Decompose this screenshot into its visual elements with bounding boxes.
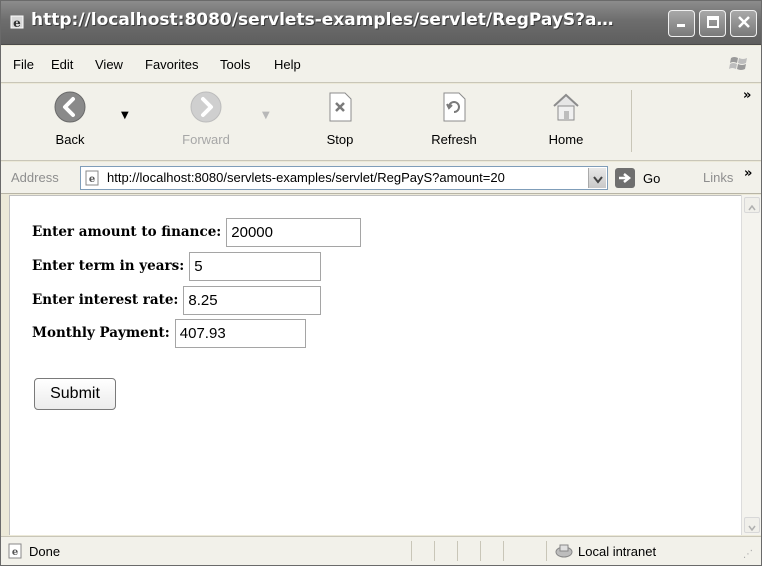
address-url[interactable]: http://localhost:8080/servlets-examples/… — [107, 170, 577, 188]
windows-logo-icon — [727, 52, 751, 76]
local-intranet-icon — [554, 543, 574, 559]
title-bar[interactable]: e http://localhost:8080/servlets-example… — [1, 1, 761, 45]
menu-edit[interactable]: Edit — [51, 57, 73, 72]
toolbar: Back ▼ Forward ▼ Stop Refresh Home » — [1, 84, 761, 161]
status-text: Done — [29, 544, 61, 559]
maximize-icon — [706, 14, 720, 33]
zone-text: Local intranet — [578, 544, 657, 559]
rate-row: Enter interest rate: — [32, 285, 322, 315]
chevron-down-icon — [748, 516, 756, 535]
home-label: Home — [548, 132, 584, 147]
payment-row: Monthly Payment: — [32, 318, 306, 348]
home-icon — [546, 88, 586, 126]
payment-label: Monthly Payment: — [32, 325, 170, 341]
stop-label: Stop — [326, 132, 354, 147]
minimize-icon — [675, 14, 689, 33]
address-field[interactable]: e http://localhost:8080/servlets-example… — [80, 166, 608, 190]
home-button[interactable]: Home — [541, 88, 591, 147]
ie-icon: e — [8, 13, 26, 31]
menu-view[interactable]: View — [95, 57, 123, 72]
go-arrow-icon — [615, 168, 635, 188]
address-dropdown-button[interactable] — [588, 168, 606, 188]
page-content: Enter amount to finance: Enter term in y… — [9, 195, 741, 535]
rate-input[interactable] — [183, 285, 322, 315]
browser-window: e http://localhost:8080/servlets-example… — [0, 0, 762, 566]
go-label: Go — [643, 170, 661, 186]
back-arrow-icon — [50, 88, 90, 126]
amount-label: Enter amount to finance: — [32, 224, 222, 240]
svg-text:e: e — [89, 174, 95, 185]
amount-row: Enter amount to finance: — [32, 217, 362, 247]
forward-arrow-icon — [186, 88, 226, 126]
back-button[interactable]: Back — [49, 88, 91, 147]
scroll-down-button[interactable] — [744, 517, 760, 533]
menu-bar: File Edit View Favorites Tools Help — [1, 46, 761, 83]
status-divider — [480, 541, 481, 561]
toolbar-chevron-icon[interactable]: » — [743, 88, 751, 103]
stop-icon — [320, 88, 360, 126]
payment-input[interactable] — [174, 318, 306, 348]
refresh-button[interactable]: Refresh — [419, 88, 489, 147]
status-divider — [546, 541, 547, 561]
maximize-button[interactable] — [699, 10, 726, 37]
page-icon: e — [84, 170, 102, 186]
resize-grip-icon[interactable]: ⋰ — [743, 549, 753, 560]
amount-input[interactable] — [226, 217, 362, 247]
address-label: Address — [11, 170, 59, 185]
menu-help[interactable]: Help — [274, 57, 301, 72]
refresh-label: Refresh — [431, 132, 477, 147]
menu-file[interactable]: File — [13, 57, 34, 72]
submit-button[interactable]: Submit — [34, 378, 116, 410]
svg-text:e: e — [12, 547, 18, 558]
go-button[interactable]: Go — [615, 166, 675, 190]
status-divider — [411, 541, 412, 561]
forward-dropdown-icon[interactable]: ▼ — [262, 110, 270, 121]
close-button[interactable] — [730, 10, 757, 37]
term-label: Enter term in years: — [32, 258, 185, 274]
window-title: http://localhost:8080/servlets-examples/… — [31, 10, 631, 30]
back-dropdown-icon[interactable]: ▼ — [121, 110, 129, 121]
refresh-icon — [434, 88, 474, 126]
status-divider — [434, 541, 435, 561]
term-input[interactable] — [189, 251, 322, 281]
scroll-up-button[interactable] — [744, 197, 760, 213]
close-icon — [737, 14, 751, 33]
links-label[interactable]: Links — [703, 170, 733, 185]
status-divider — [503, 541, 504, 561]
vertical-scrollbar[interactable] — [741, 195, 761, 535]
chevron-down-icon — [592, 169, 603, 188]
status-bar: e Done Local intranet ⋰ — [1, 536, 761, 565]
svg-text:e: e — [13, 16, 21, 30]
menu-favorites[interactable]: Favorites — [145, 57, 198, 72]
term-row: Enter term in years: — [32, 251, 322, 281]
back-label: Back — [55, 132, 85, 147]
links-chevron-icon[interactable]: » — [744, 166, 752, 181]
page-done-icon: e — [7, 543, 25, 559]
forward-label: Forward — [182, 132, 230, 147]
status-divider — [457, 541, 458, 561]
toolbar-separator — [631, 90, 632, 152]
stop-button[interactable]: Stop — [315, 88, 365, 147]
menu-tools[interactable]: Tools — [220, 57, 250, 72]
address-bar: Address e http://localhost:8080/servlets… — [1, 162, 761, 194]
forward-button[interactable]: Forward — [171, 88, 241, 147]
rate-label: Enter interest rate: — [32, 292, 179, 308]
chevron-up-icon — [748, 196, 756, 215]
minimize-button[interactable] — [668, 10, 695, 37]
